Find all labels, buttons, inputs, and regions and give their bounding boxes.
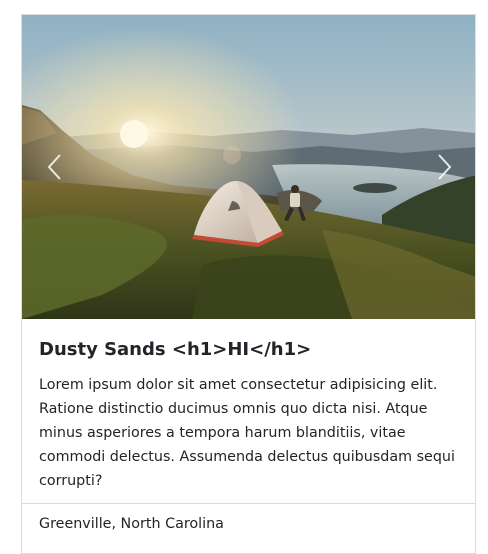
image-carousel[interactable] xyxy=(22,15,475,319)
carousel-next-button[interactable] xyxy=(427,147,461,187)
campground-photo xyxy=(22,15,475,319)
chevron-left-icon xyxy=(47,154,61,180)
campground-location: Greenville, North Carolina xyxy=(22,503,475,544)
campground-card: Dusty Sands <h1>HI</h1> Lorem ipsum dolo… xyxy=(21,14,476,554)
carousel-prev-button[interactable] xyxy=(38,147,72,187)
campground-description: Lorem ipsum dolor sit amet consectetur a… xyxy=(39,376,455,489)
chevron-right-icon xyxy=(438,154,452,180)
campground-title: Dusty Sands <h1>HI</h1> xyxy=(39,339,312,360)
card-body: Dusty Sands <h1>HI</h1> Lorem ipsum dolo… xyxy=(22,319,475,493)
